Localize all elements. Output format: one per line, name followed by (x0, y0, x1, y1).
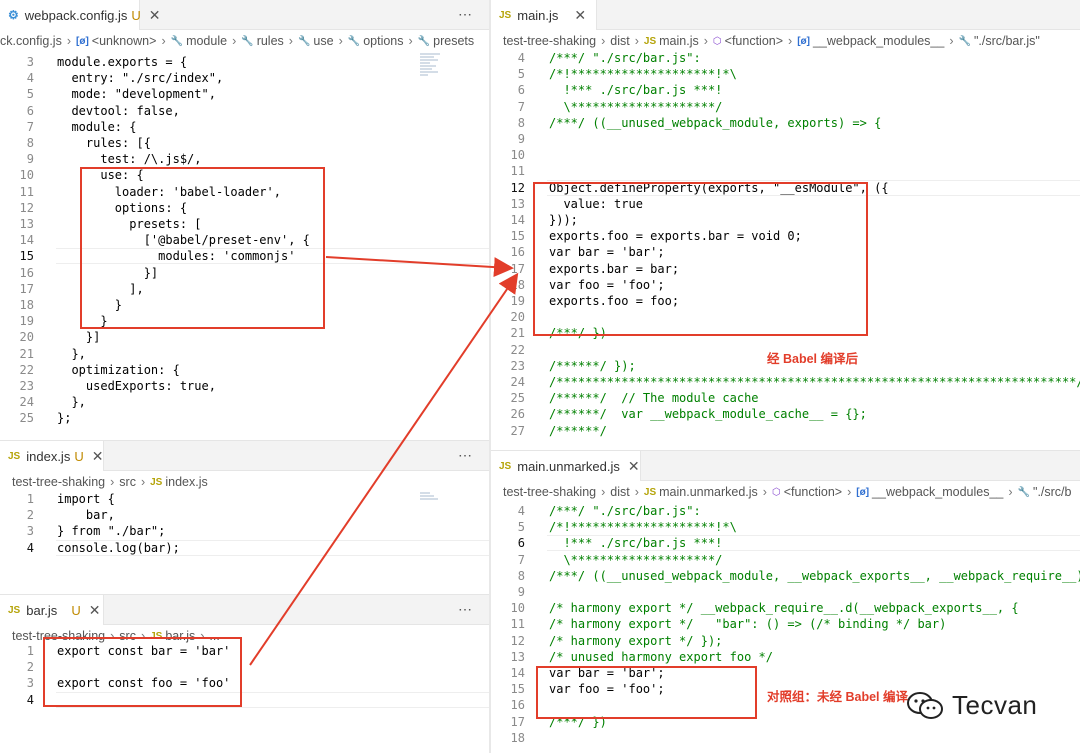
annotation-control-group: 对照组：未经 Babel 编译 (767, 690, 908, 704)
annotation-arrows (249, 256, 519, 666)
watermark-text: Tecvan (952, 690, 1038, 720)
arrow-source-to-output (249, 272, 519, 666)
watermark: Tecvan (906, 690, 1037, 721)
annotation-after-babel: 经 Babel 编译后 (767, 352, 858, 366)
arrow-config-to-output (325, 256, 514, 278)
wechat-icon (907, 691, 943, 719)
